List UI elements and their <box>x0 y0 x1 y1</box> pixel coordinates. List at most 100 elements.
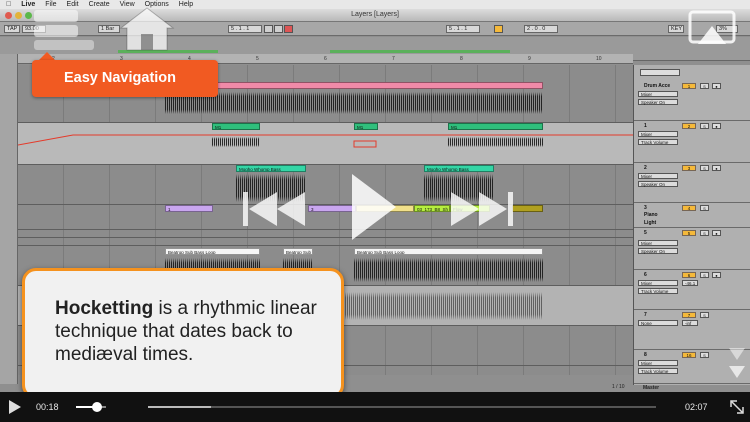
solo-button[interactable]: S <box>700 352 709 358</box>
track-name[interactable]: Drum Acce <box>644 83 670 89</box>
routing-select[interactable]: Mixer <box>638 240 678 246</box>
track-io-header[interactable] <box>640 69 680 76</box>
routing-select[interactable]: None <box>638 320 678 326</box>
fast-forward-icon[interactable] <box>449 190 513 228</box>
audio-clip[interactable]: Mogho Whomp Bass <box>424 165 494 172</box>
elapsed-time: 00:18 <box>36 402 59 412</box>
track-activator[interactable]: 6 <box>682 272 696 278</box>
routing-select[interactable]: Mixer <box>638 173 678 179</box>
menu-help[interactable]: Help <box>179 0 193 9</box>
track-name[interactable]: 7 <box>644 312 647 318</box>
stop-transport-icon[interactable] <box>274 25 283 33</box>
track-activator[interactable]: 4 <box>682 205 696 211</box>
track-name[interactable]: 5 <box>644 230 647 236</box>
solo-button[interactable]: S <box>700 312 709 318</box>
arm-button[interactable]: ● <box>712 123 721 129</box>
overview-clip-strip <box>330 50 510 53</box>
easy-navigation-banner: Easy Navigation <box>32 60 218 97</box>
routing-select[interactable]: Mixer <box>638 131 678 137</box>
routing-select[interactable]: Track Volume <box>638 368 678 374</box>
solo-button[interactable]: S <box>700 205 709 211</box>
scroll-down-icon[interactable] <box>728 330 746 380</box>
clip[interactable]: 1 <box>165 205 213 212</box>
mixer-track[interactable]: 6 Mixer Track Volume 6 -46.1 S ● <box>634 270 750 310</box>
loop-switch-icon[interactable] <box>494 25 503 33</box>
solo-button[interactable]: S <box>700 230 709 236</box>
solo-button[interactable]: S <box>700 165 709 171</box>
mixer-track[interactable]: 3 Piano Light 4 S <box>634 203 750 228</box>
routing-select[interactable]: Track Volume <box>638 139 678 145</box>
routing-select[interactable]: Speaker On <box>638 248 678 254</box>
track-name[interactable]: 8 <box>644 352 647 358</box>
track-name[interactable]: Piano <box>644 212 658 218</box>
track-name[interactable]: 6 <box>644 272 647 278</box>
track-activator[interactable]: 2 <box>682 123 696 129</box>
solo-button[interactable]: S <box>700 123 709 129</box>
video-controls: 00:18 02:07 <box>0 392 750 422</box>
routing-select[interactable]: Mixer <box>638 91 678 97</box>
arrangement-track[interactable]: Mogho Whomp Bass Mogho Whomp Bass <box>18 165 633 205</box>
arm-button[interactable]: ● <box>712 272 721 278</box>
routing-select[interactable]: Mixer <box>638 360 678 366</box>
arrangement-track[interactable] <box>18 230 633 238</box>
master-track-label[interactable]: Master <box>643 385 659 391</box>
song-position-field[interactable]: 5 . 1 . 1 <box>228 25 262 33</box>
routing-select[interactable]: Speaker On <box>638 99 678 105</box>
solo-button[interactable]: S <box>700 272 709 278</box>
track-activator[interactable]: 7 <box>682 312 696 318</box>
track-activator[interactable]: 3 <box>682 165 696 171</box>
track-activator[interactable]: 16 <box>682 352 696 358</box>
window-titlebar: Layers [Layers] <box>0 9 750 22</box>
audio-clip[interactable]: Beatrop Sub <box>283 248 313 255</box>
mixer-track[interactable]: 5 Mixer Speaker On 5 S ● <box>634 228 750 270</box>
play-transport-icon[interactable] <box>264 25 273 33</box>
routing-select[interactable]: Speaker On <box>638 181 678 187</box>
clip[interactable] <box>512 205 543 212</box>
arm-button[interactable]: ● <box>712 165 721 171</box>
callout-term: Hocketting <box>55 298 154 319</box>
arm-button[interactable]: ● <box>712 230 721 236</box>
arrangement-track[interactable]: 1 3 03_173_B8_Sh Flow <box>18 205 633 230</box>
arrangement-track[interactable] <box>18 238 633 246</box>
loop-length-field[interactable]: 2 . 0 . 0 <box>524 25 558 33</box>
volume-field[interactable]: -inf <box>682 320 698 326</box>
audio-clip[interactable]: Mogho Whomp Bass <box>236 165 306 172</box>
track-name[interactable]: 1 <box>644 123 647 129</box>
track-activator[interactable]: 1 <box>682 83 696 89</box>
automation-envelope[interactable] <box>18 123 633 165</box>
fullscreen-icon[interactable] <box>688 10 736 50</box>
mixer-track[interactable]: 1 Mixer Track Volume 2 S ● <box>634 121 750 163</box>
play-icon[interactable] <box>348 170 398 244</box>
volume-field[interactable]: -46.1 <box>682 280 698 286</box>
arrangement-track[interactable]: M1 M1 M1 <box>18 123 633 165</box>
volume-slider-knob[interactable] <box>92 402 102 412</box>
transport-bar: TAP 93.00 1 Bar 5 . 1 . 1 5 . 1 . 1 2 . … <box>0 22 750 36</box>
play-icon[interactable] <box>9 400 21 414</box>
mixer-track[interactable]: 2 Mixer Speaker On 3 S ● <box>634 163 750 203</box>
home-icon[interactable] <box>119 6 175 52</box>
tap-button[interactable]: TAP <box>4 25 21 33</box>
audio-clip[interactable] <box>165 82 543 89</box>
arm-button[interactable]: ● <box>712 83 721 89</box>
record-transport-icon[interactable] <box>284 25 293 33</box>
routing-select[interactable]: Mixer <box>638 280 678 286</box>
track-name[interactable]: Light <box>644 220 656 226</box>
loop-start-field[interactable]: 5 . 1 . 1 <box>446 25 480 33</box>
track-name[interactable]: 3 <box>644 205 647 211</box>
ruler-mark: 5 <box>256 56 259 62</box>
stack-icon[interactable] <box>30 6 100 52</box>
seek-bar[interactable] <box>148 406 656 408</box>
audio-clip[interactable]: Beatrop Sub Bass Loop <box>354 248 543 255</box>
quantize-select[interactable]: 1 Bar <box>98 25 120 33</box>
mixer-track[interactable]: Drum Acce Mixer Speaker On 1 S ● <box>634 81 750 121</box>
track-name[interactable]: 2 <box>644 165 647 171</box>
track-activator[interactable]: 5 <box>682 230 696 236</box>
apple-menu[interactable]:  <box>6 0 11 9</box>
key-map-button[interactable]: KEY <box>668 25 684 33</box>
expand-icon[interactable] <box>727 397 747 417</box>
solo-button[interactable]: S <box>700 83 709 89</box>
routing-select[interactable]: Track Volume <box>638 288 678 294</box>
rewind-icon[interactable] <box>243 190 307 228</box>
clip[interactable]: 03_173_B8_Sh <box>414 205 450 212</box>
audio-clip[interactable]: Beatrop Sub Bass Loop <box>165 248 260 255</box>
